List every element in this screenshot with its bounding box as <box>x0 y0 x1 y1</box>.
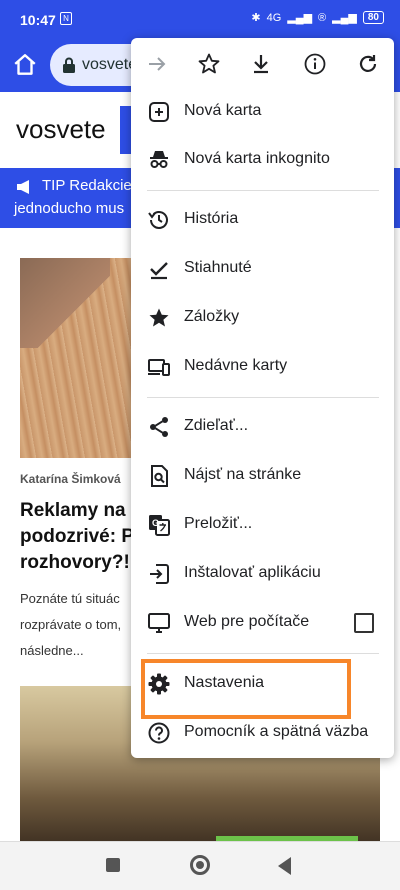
menu-item-new-tab[interactable]: Nová karta <box>131 88 394 136</box>
menu-item-label: História <box>184 210 239 227</box>
refresh-icon[interactable] <box>356 52 380 76</box>
home-icon[interactable] <box>12 52 38 78</box>
desktop-icon <box>148 613 170 633</box>
menu-item-history[interactable]: História <box>131 196 394 244</box>
downloads-icon <box>150 262 168 280</box>
signal-icon-2: ▂▄▆ <box>332 12 357 24</box>
site-logo[interactable]: vosvete <box>16 114 106 145</box>
home-button[interactable] <box>190 855 210 875</box>
menu-item-label: Inštalovať aplikáciu <box>184 564 321 581</box>
lock-icon <box>63 57 75 73</box>
devices-icon <box>148 359 170 376</box>
svg-text:G: G <box>152 518 159 528</box>
battery-icon: 80 <box>362 11 384 24</box>
info-icon[interactable] <box>303 52 327 76</box>
bluetooth-icon: ✱ <box>251 12 261 24</box>
menu-divider <box>147 653 379 654</box>
incognito-icon <box>150 151 168 168</box>
menu-divider <box>147 397 379 398</box>
find-in-page-icon <box>151 465 168 487</box>
settings-highlight-box <box>141 659 351 719</box>
menu-item-label: Nová karta inkognito <box>184 150 330 167</box>
menu-item-share[interactable]: Zdieľať... <box>131 403 394 451</box>
forward-icon[interactable] <box>145 52 169 76</box>
new-tab-icon <box>149 102 169 122</box>
menu-item-label: Záložky <box>184 308 240 325</box>
registered-icon: ® <box>318 11 327 24</box>
menu-divider <box>147 190 379 191</box>
menu-item-install-app[interactable]: Inštalovať aplikáciu <box>131 550 394 598</box>
overflow-menu: Nová karta Nová karta inkognito História… <box>131 38 394 758</box>
status-time: 10:47 <box>20 12 56 28</box>
menu-item-translate[interactable]: G Preložiť... <box>131 501 394 549</box>
menu-item-label: Pomocník a spätná väzba <box>184 723 369 740</box>
menu-item-label: Zdieľať... <box>184 417 249 434</box>
menu-item-label: Nová karta <box>184 102 262 119</box>
article-author[interactable]: Katarína Šimková <box>20 472 121 486</box>
menu-item-find-in-page[interactable]: Nájsť na stránke <box>131 452 394 500</box>
menu-item-label: Stiahnuté <box>184 259 252 276</box>
menu-item-incognito[interactable]: Nová karta inkognito <box>131 136 394 184</box>
tip-text-line1: TIP Redakcie <box>42 177 132 194</box>
menu-item-label: Web pre počítače <box>184 613 310 630</box>
status-icons: ✱ 4G ▂▄▆ ® ▂▄▆ 80 <box>251 11 384 24</box>
megaphone-icon <box>17 180 29 194</box>
menu-item-label: Nájsť na stránke <box>184 466 302 483</box>
menu-item-downloads[interactable]: Stiahnuté <box>131 245 394 293</box>
translate-icon: G <box>149 515 170 536</box>
install-app-icon <box>150 564 169 584</box>
system-nav-bar <box>0 841 400 890</box>
signal-icon: ▂▄▆ <box>287 12 313 24</box>
menu-item-desktop-site[interactable]: Web pre počítače <box>131 599 394 647</box>
menu-item-label: Preložiť... <box>184 515 253 532</box>
back-button[interactable] <box>278 857 291 875</box>
notification-icon: N <box>60 12 72 25</box>
desktop-site-checkbox[interactable] <box>354 613 374 633</box>
download-icon[interactable] <box>249 52 273 76</box>
menu-item-label: Nedávne karty <box>184 357 288 374</box>
menu-action-row <box>131 38 394 88</box>
menu-item-bookmarks[interactable]: Záložky <box>131 294 394 342</box>
star-icon <box>149 308 169 327</box>
help-icon <box>148 722 170 744</box>
tip-text-line2: jednoducho mus <box>14 200 125 217</box>
status-bar: 10:47 N ✱ 4G ▂▄▆ ® ▂▄▆ 80 <box>0 0 400 40</box>
url-text: vosvete <box>82 56 138 73</box>
share-icon <box>150 417 168 437</box>
recents-button[interactable] <box>106 858 120 872</box>
star-outline-icon[interactable] <box>197 52 221 76</box>
network-type: 4G <box>266 11 282 24</box>
menu-item-recent-tabs[interactable]: Nedávne karty <box>131 343 394 391</box>
history-icon <box>148 211 168 229</box>
